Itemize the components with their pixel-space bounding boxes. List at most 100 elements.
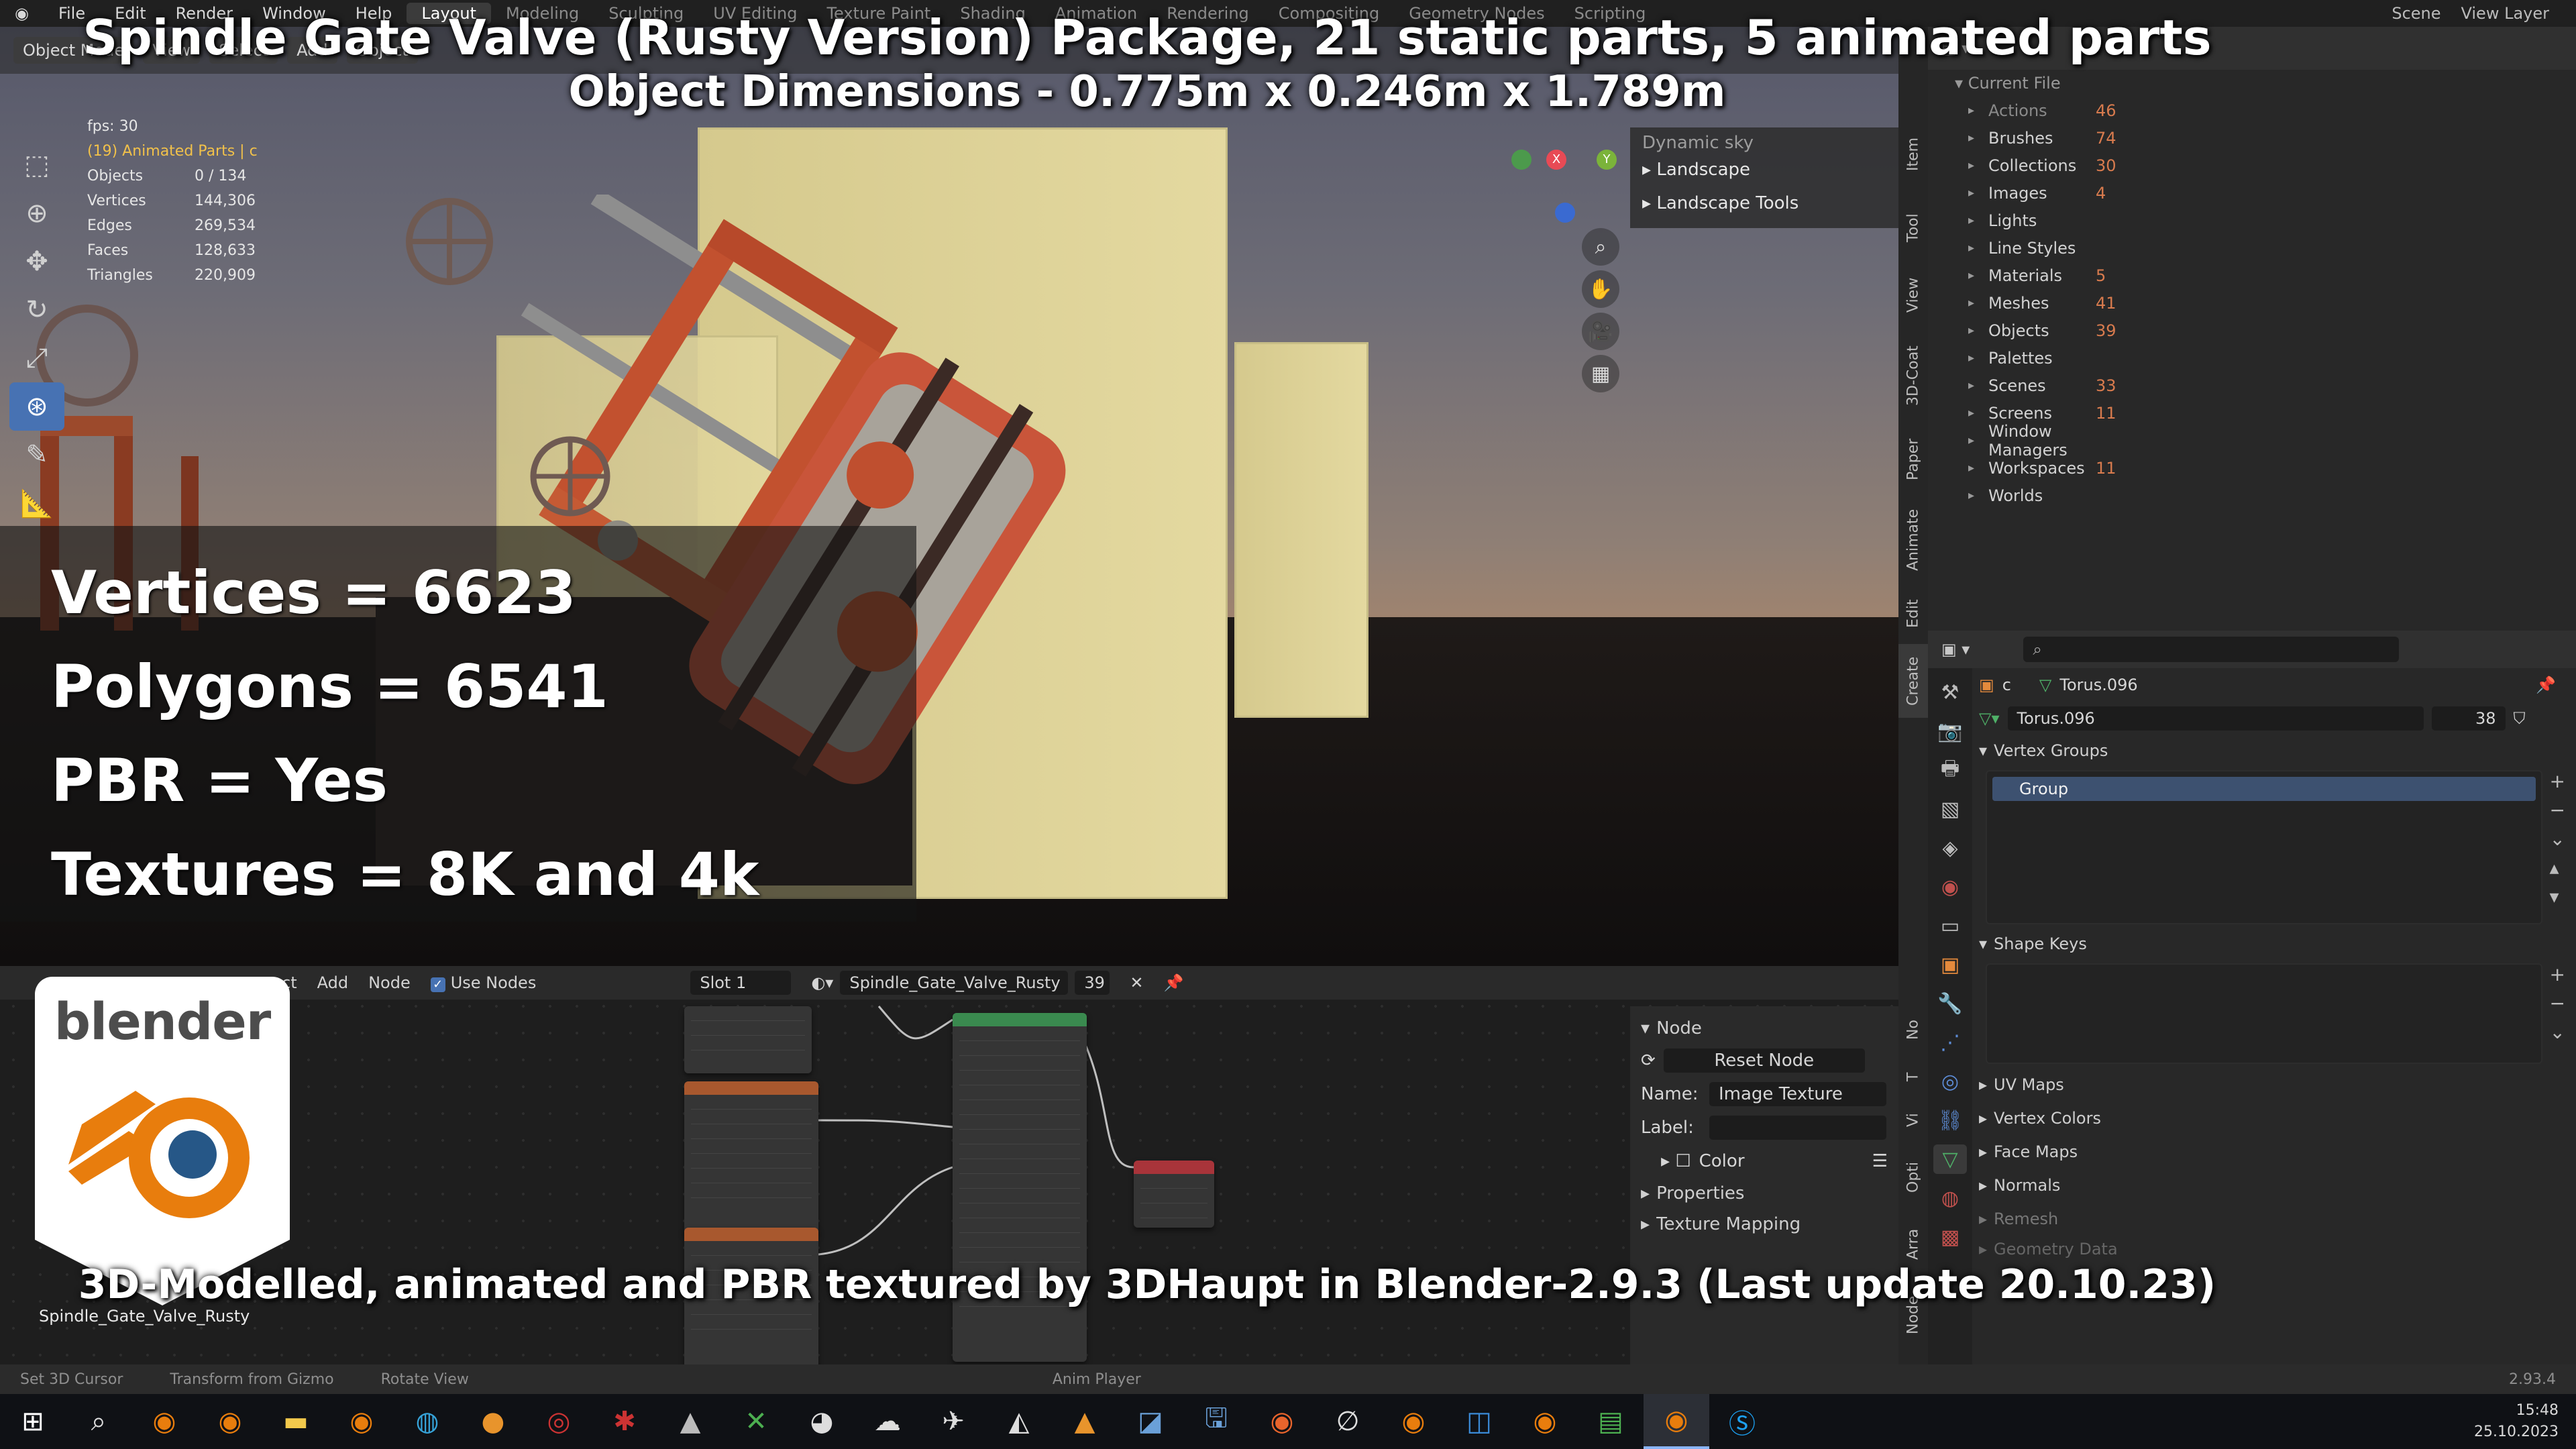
add-icon[interactable]: +	[2550, 963, 2565, 985]
tab-item[interactable]: Item	[1898, 121, 1928, 188]
outliner-row[interactable]: ▸ Objects 39	[1928, 317, 2576, 344]
tab-node[interactable]: No	[1898, 1006, 1928, 1053]
properties-search-input[interactable]: ⌕	[2023, 637, 2400, 662]
image-texture-node[interactable]	[684, 1006, 812, 1073]
outliner-row[interactable]: ▸ Scenes 33	[1928, 372, 2576, 399]
render-tab-icon[interactable]: 📷	[1933, 716, 1967, 746]
refresh-icon[interactable]: ⟳	[1641, 1051, 1656, 1071]
node-label-field[interactable]	[1709, 1116, 1886, 1140]
gizmo-y-axis[interactable]: Y	[1597, 150, 1617, 170]
move-up-icon[interactable]: ▴	[2550, 857, 2565, 879]
app-icon[interactable]: ◕	[789, 1394, 855, 1449]
outliner-row[interactable]: ▸ Palettes	[1928, 344, 2576, 372]
tab-create[interactable]: Create	[1898, 644, 1928, 718]
tab-3d-coat[interactable]: 3D-Coat	[1898, 329, 1928, 423]
expand-arrow-icon[interactable]: ▸	[1968, 186, 1988, 200]
expand-arrow-icon[interactable]: ▸	[1968, 213, 1988, 227]
geometry-data-section[interactable]: ▸ Geometry Data	[1979, 1236, 2569, 1263]
expand-arrow-icon[interactable]: ▸	[1968, 158, 1988, 172]
app-icon[interactable]: ●	[460, 1394, 526, 1449]
material-output-node[interactable]	[1134, 1161, 1214, 1228]
physics-tab-icon[interactable]: ◎	[1933, 1067, 1967, 1096]
app-icon[interactable]: ◫	[1446, 1394, 1512, 1449]
search-icon[interactable]: ⌕	[66, 1394, 131, 1449]
output-tab-icon[interactable]: 🖶	[1933, 755, 1967, 785]
scene-tab-icon[interactable]: ◈	[1933, 833, 1967, 863]
gizmo-z-axis[interactable]	[1555, 203, 1575, 223]
expand-arrow-icon[interactable]: ▸	[1968, 296, 1988, 310]
node-color-row[interactable]: ▸ ☐ Color ☰	[1641, 1144, 1888, 1178]
select-box-tool-icon[interactable]: ⬚	[9, 141, 64, 189]
skype-icon[interactable]: Ⓢ	[1709, 1394, 1775, 1449]
list-options-icon[interactable]: ☰	[1872, 1151, 1888, 1171]
tab-options[interactable]: Opti	[1898, 1147, 1928, 1208]
particles-tab-icon[interactable]: ⋰	[1933, 1028, 1967, 1057]
app-icon[interactable]: ▲	[657, 1394, 723, 1449]
collection-tab-icon[interactable]: ▭	[1933, 911, 1967, 941]
tab-view[interactable]: View	[1898, 262, 1928, 329]
view-layer-tab-icon[interactable]: ▧	[1933, 794, 1967, 824]
vertex-group-item[interactable]: Group	[1992, 777, 2536, 801]
expand-arrow-icon[interactable]: ▸	[1968, 323, 1988, 337]
reset-node-button[interactable]: Reset Node	[1663, 1049, 1865, 1073]
image-texture-node[interactable]	[684, 1081, 818, 1236]
expand-arrow-icon[interactable]: ▸	[1968, 488, 1988, 502]
outliner-row[interactable]: ▸ Meshes 41	[1928, 289, 2576, 317]
tab-animate[interactable]: Animate	[1898, 496, 1928, 584]
move-tool-icon[interactable]: ✥	[9, 237, 64, 286]
landscape-panel-header[interactable]: ▸ Landscape	[1642, 153, 1886, 186]
scene-selector[interactable]: Scene	[2392, 4, 2440, 23]
blender-app-icon[interactable]: ◉	[1644, 1394, 1709, 1449]
gizmo-x-axis[interactable]: X	[1546, 150, 1566, 170]
app-icon[interactable]: 🖫	[1183, 1394, 1249, 1449]
remove-icon[interactable]: −	[2550, 992, 2565, 1014]
firefox-icon[interactable]: ◉	[1249, 1394, 1315, 1449]
landscape-tools-panel-header[interactable]: ▸ Landscape Tools	[1642, 186, 1886, 220]
outliner-row[interactable]: ▸ Materials 5	[1928, 262, 2576, 289]
blender-app-icon[interactable]: ◉	[1512, 1394, 1578, 1449]
expand-arrow-icon[interactable]: ▸	[1968, 268, 1988, 282]
app-icon[interactable]: ◭	[986, 1394, 1052, 1449]
chevron-down-icon[interactable]: ⌄	[2550, 1021, 2565, 1043]
vertex-groups-section[interactable]: ▾ Vertex Groups	[1979, 735, 2569, 766]
world-tab-icon[interactable]: ◉	[1933, 872, 1967, 902]
expand-arrow-icon[interactable]: ▸	[1968, 131, 1988, 145]
app-icon[interactable]: ✈	[920, 1394, 986, 1449]
blender-app-icon[interactable]: ◉	[131, 1394, 197, 1449]
rotate-tool-icon[interactable]: ↻	[9, 286, 64, 334]
uv-maps-section[interactable]: ▸ UV Maps	[1979, 1068, 2569, 1102]
windows-start-icon[interactable]: ⊞	[0, 1394, 66, 1449]
app-icon[interactable]: ▤	[1578, 1394, 1644, 1449]
zoom-icon[interactable]: ⌕	[1582, 228, 1619, 266]
mesh-name-field[interactable]: Torus.096	[2007, 706, 2424, 731]
pan-hand-icon[interactable]: ✋	[1582, 270, 1619, 308]
chevron-down-icon[interactable]: ⌄	[2550, 828, 2565, 850]
node-section-header[interactable]: ▾ Node	[1641, 1013, 1888, 1044]
texture-mapping-section[interactable]: ▸ Texture Mapping	[1641, 1209, 1888, 1240]
tab-edit[interactable]: Edit	[1898, 584, 1928, 644]
app-icon[interactable]: ◎	[526, 1394, 592, 1449]
outliner-row[interactable]: ▸ Brushes 74	[1928, 124, 2576, 152]
expand-arrow-icon[interactable]: ▸	[1968, 461, 1988, 475]
vertex-colors-section[interactable]: ▸ Vertex Colors	[1979, 1102, 2569, 1135]
remesh-section[interactable]: ▸ Remesh	[1979, 1202, 2569, 1236]
annotate-tool-icon[interactable]: ✎	[9, 431, 64, 479]
app-icon[interactable]: ◪	[1118, 1394, 1183, 1449]
node-name-field[interactable]: Image Texture	[1709, 1082, 1886, 1106]
app-icon[interactable]: ✕	[723, 1394, 789, 1449]
app-icon[interactable]: ✱	[592, 1394, 657, 1449]
tab-paper[interactable]: Paper	[1898, 423, 1928, 496]
outliner-row[interactable]: ▸ Images 4	[1928, 179, 2576, 207]
scale-tool-icon[interactable]: ⤢	[9, 334, 64, 382]
app-icon[interactable]: ☁	[855, 1394, 920, 1449]
mesh-users-count[interactable]: 38	[2431, 706, 2506, 731]
outliner-row[interactable]: ▸ Window Managers	[1928, 422, 2576, 460]
principled-bsdf-node[interactable]	[953, 1013, 1087, 1362]
outliner-row[interactable]: ▸ Workspaces 11	[1928, 454, 2576, 482]
view-layer-selector[interactable]: View Layer	[2461, 4, 2550, 23]
tab-view[interactable]: Vi	[1898, 1100, 1928, 1140]
app-icon[interactable]: ∅	[1315, 1394, 1381, 1449]
expand-arrow-icon[interactable]: ▸	[1968, 241, 1988, 255]
dynamic-sky-item[interactable]: Dynamic sky	[1642, 133, 1886, 153]
blender-app-icon[interactable]: ◉	[329, 1394, 394, 1449]
